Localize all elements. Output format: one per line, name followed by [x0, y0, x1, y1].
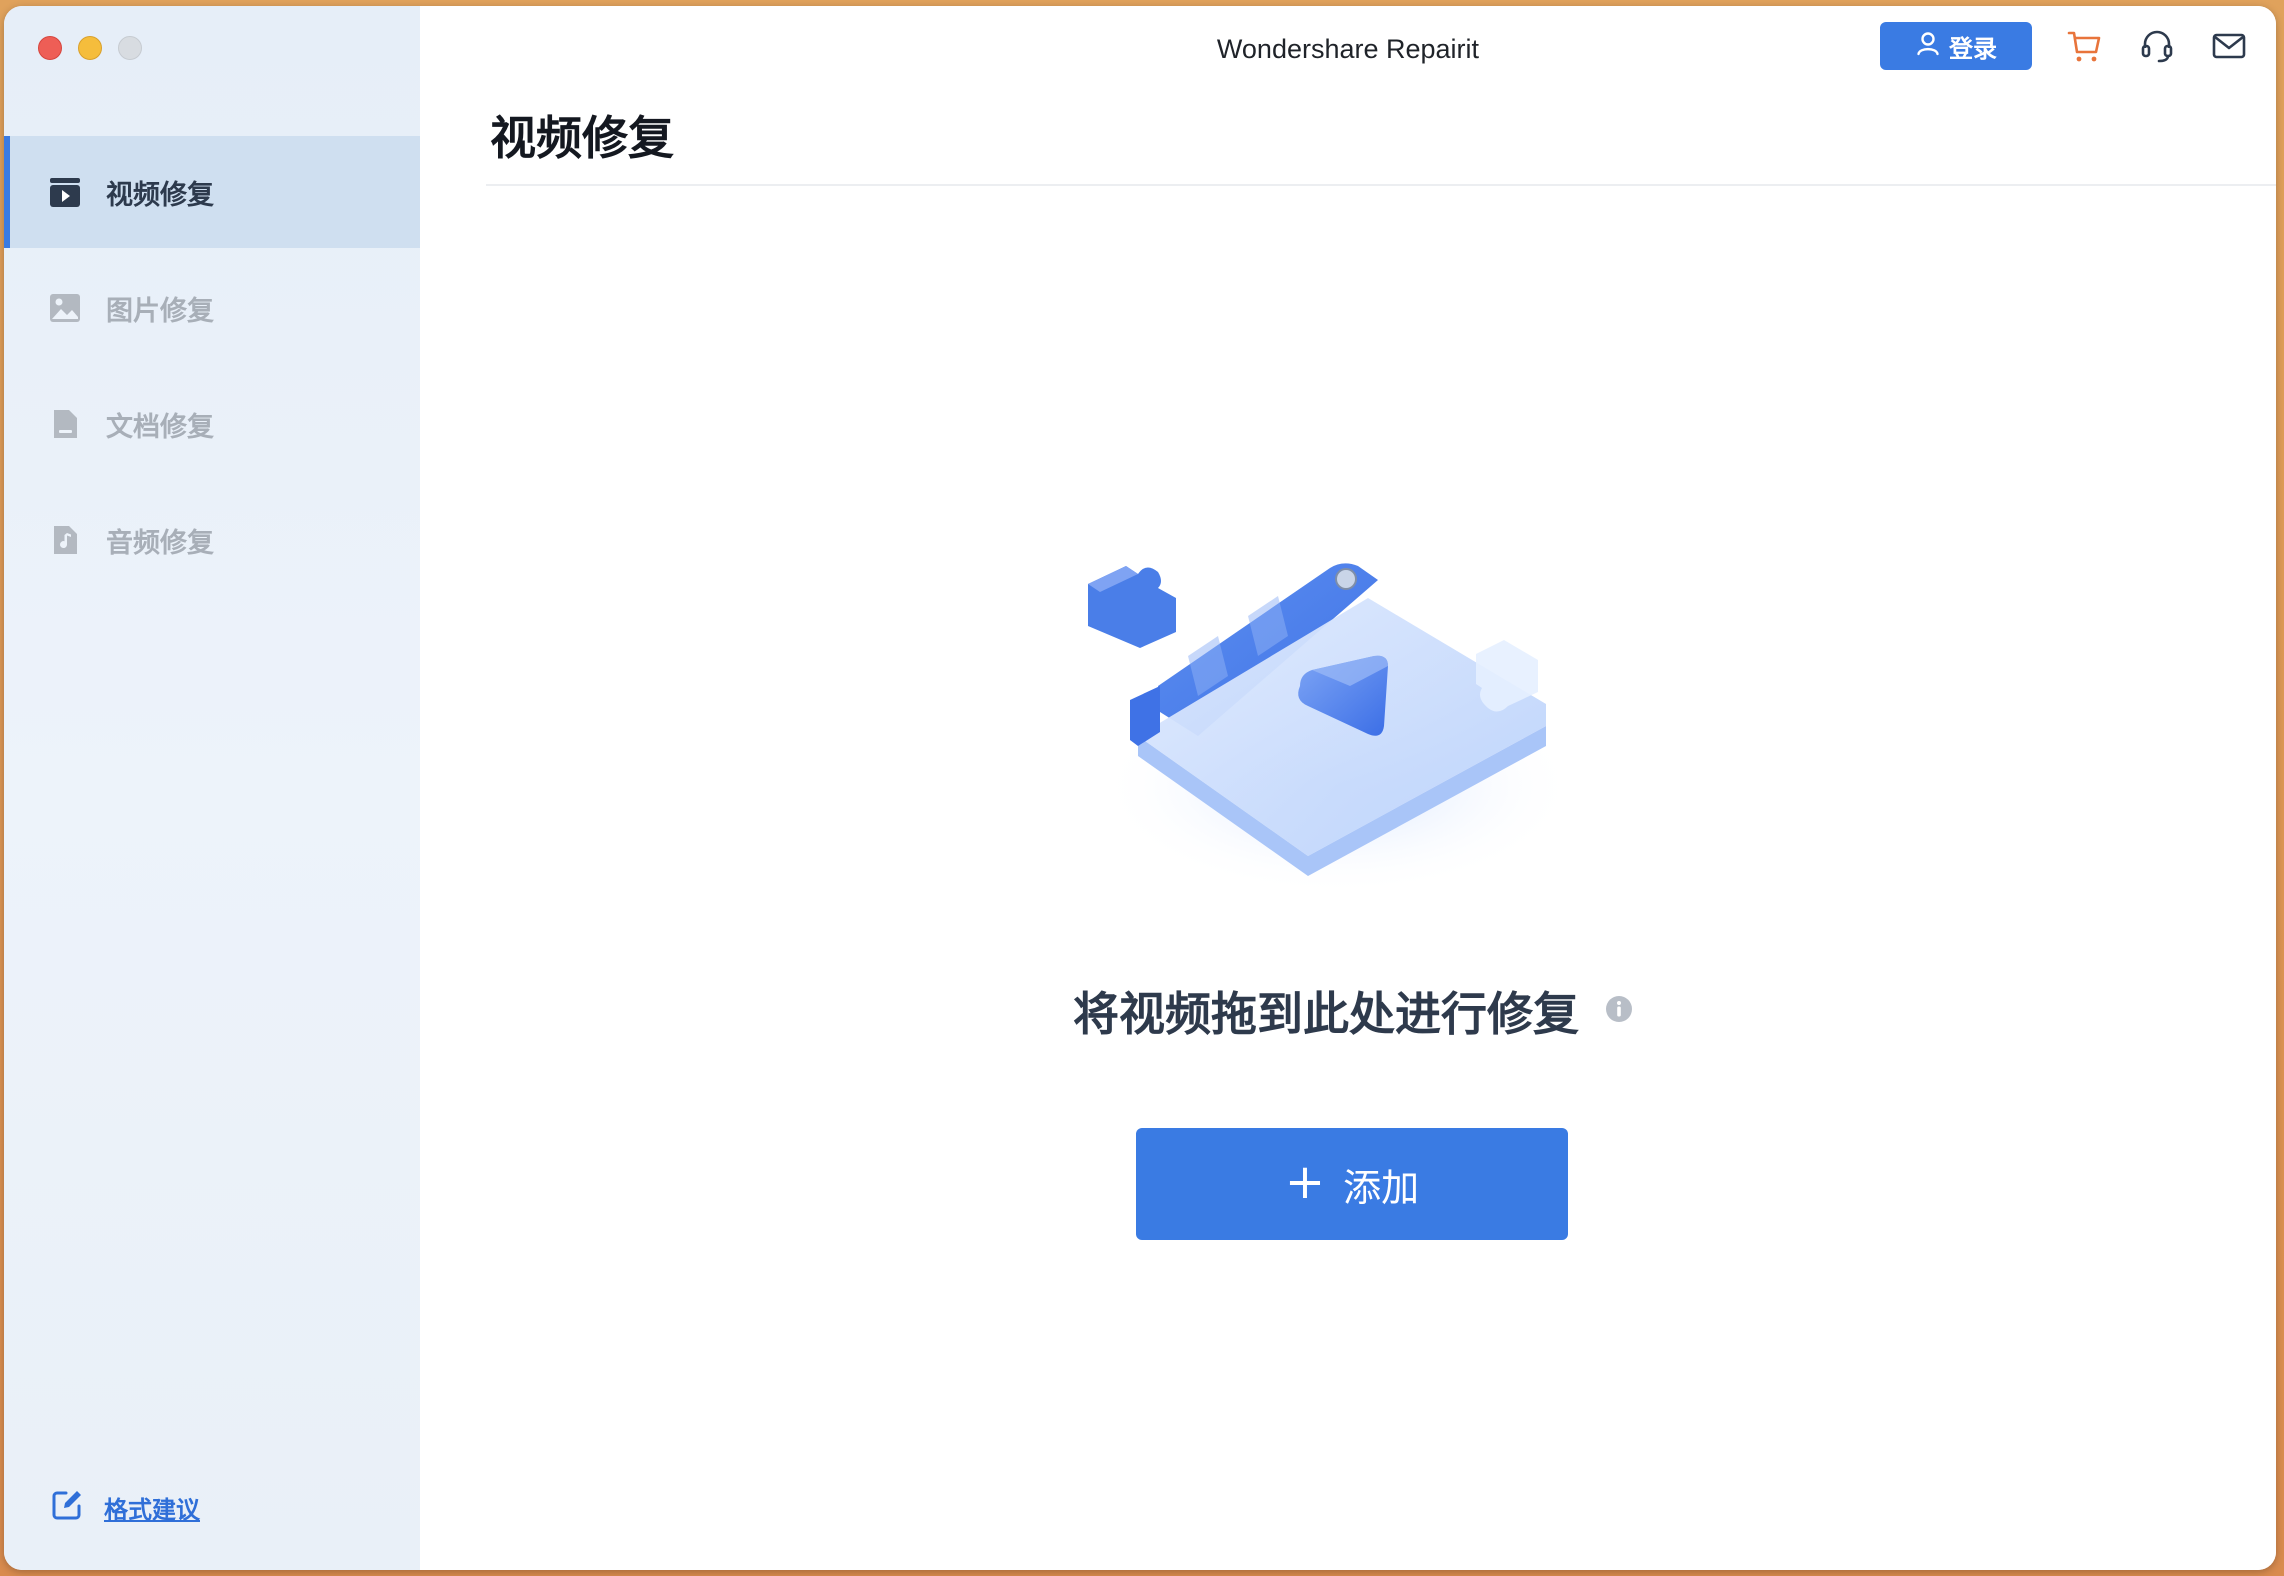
login-button[interactable]: 登录: [1880, 22, 2032, 70]
main-content: Wondershare Repairit 登录 视频修复 将视频拖到此处进行修复…: [420, 6, 2276, 1570]
document-icon: [48, 407, 82, 441]
drop-zone-hint[interactable]: 将视频拖到此处进行修复: [420, 978, 2276, 1044]
cart-icon[interactable]: [2066, 27, 2104, 65]
sidebar-item-label: 图片修复: [106, 295, 214, 327]
zoom-window-button[interactable]: [118, 36, 142, 60]
sidebar-item-label: 文档修复: [106, 411, 214, 443]
user-icon: [1915, 30, 1941, 62]
window-controls: [38, 36, 142, 60]
close-window-button[interactable]: [38, 36, 62, 60]
mail-icon[interactable]: [2210, 27, 2248, 65]
sidebar: 视频修复 图片修复 文档修复 音频修复 格式建议: [4, 6, 421, 1570]
format-suggestion-label: 格式建议: [104, 1495, 200, 1524]
header-divider: [486, 184, 2276, 186]
page-title: 视频修复: [490, 111, 674, 165]
drop-hint-label: 将视频拖到此处进行修复: [1073, 987, 1579, 1041]
sidebar-item-audio-repair[interactable]: 音频修复: [4, 484, 420, 596]
add-button[interactable]: + 添加: [1136, 1128, 1568, 1240]
add-label: 添加: [1343, 1165, 1420, 1210]
login-label: 登录: [1949, 34, 1997, 63]
video-icon: [48, 175, 82, 209]
sidebar-item-label: 视频修复: [106, 179, 214, 211]
sidebar-item-image-repair[interactable]: 图片修复: [4, 252, 420, 364]
sidebar-nav: 视频修复 图片修复 文档修复 音频修复: [4, 136, 420, 600]
audio-icon: [48, 523, 82, 557]
video-repair-illustration: [1068, 536, 1596, 916]
format-suggestion-link[interactable]: 格式建议: [50, 1488, 200, 1526]
headset-icon[interactable]: [2138, 27, 2176, 65]
minimize-window-button[interactable]: [78, 36, 102, 60]
toolbar: 登录: [1880, 22, 2248, 70]
sidebar-item-video-repair[interactable]: 视频修复: [4, 136, 420, 248]
sidebar-item-label: 音频修复: [106, 527, 214, 559]
sidebar-item-document-repair[interactable]: 文档修复: [4, 368, 420, 480]
edit-icon: [50, 1488, 84, 1526]
app-window: 视频修复 图片修复 文档修复 音频修复 格式建议 Wondershare Rep…: [4, 6, 2276, 1570]
plus-icon: +: [1284, 1154, 1326, 1210]
image-icon: [48, 291, 82, 325]
info-icon[interactable]: [1605, 995, 1633, 1027]
